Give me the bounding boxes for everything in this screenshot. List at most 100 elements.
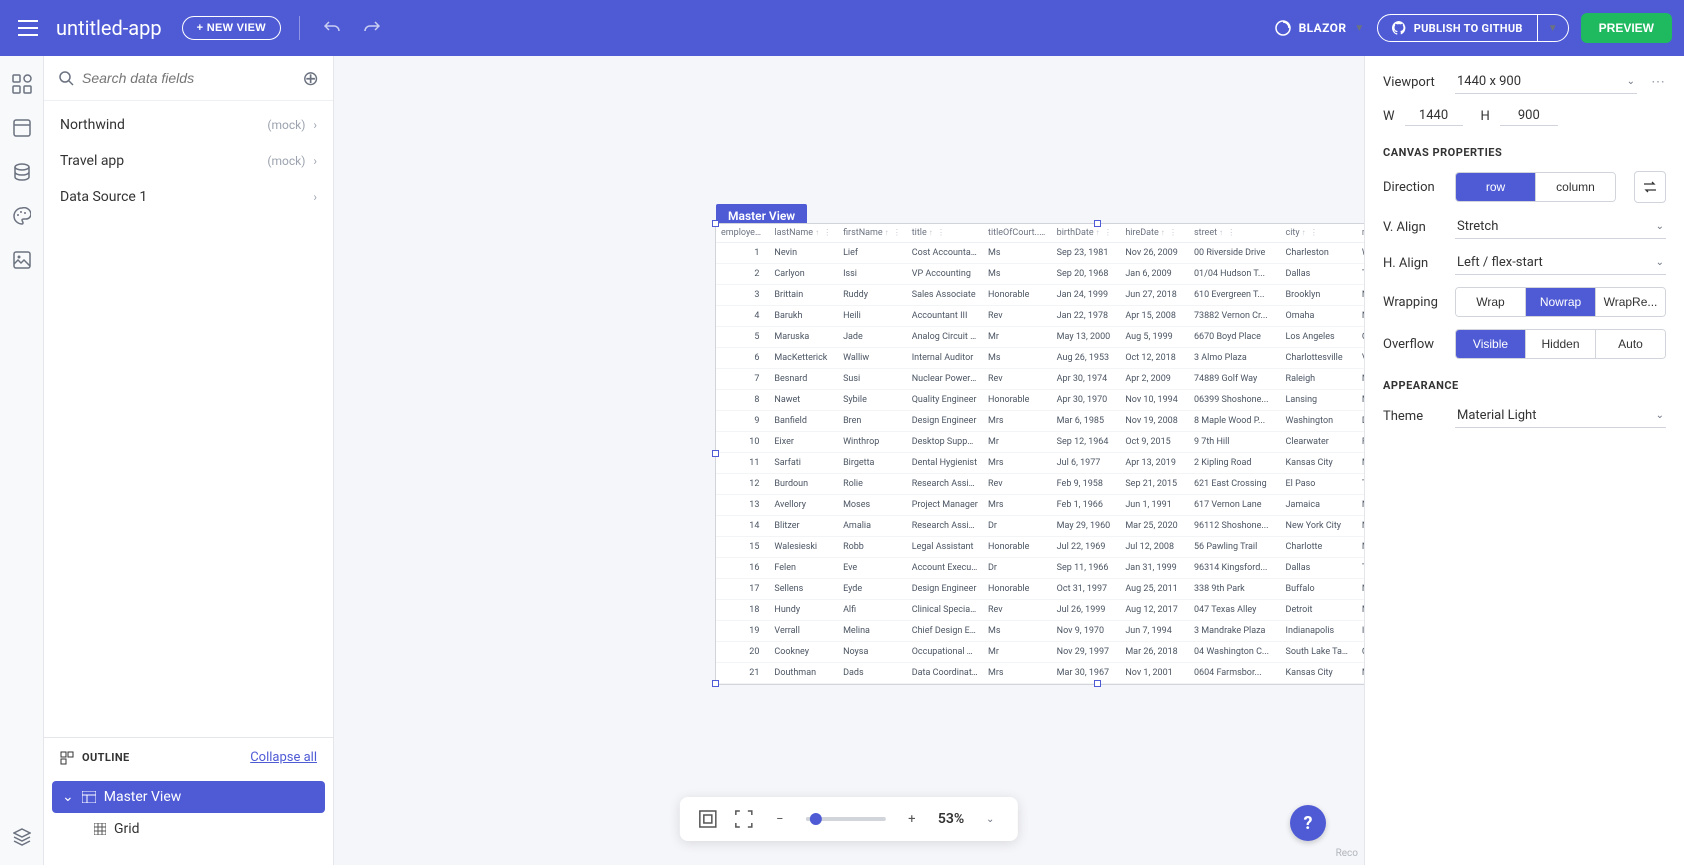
data-icon[interactable] xyxy=(10,160,34,184)
table-row[interactable]: 8NawetSybileQuality EngineerHonorableApr… xyxy=(716,390,1364,411)
table-row[interactable]: 14BlitzerAmaliaResearch Assista...DrMay … xyxy=(716,516,1364,537)
table-row[interactable]: 16FelenEveAccount ExecutiveDrSep 11, 196… xyxy=(716,558,1364,579)
theme-select[interactable]: Material Light⌄ xyxy=(1455,404,1666,428)
redo-icon[interactable] xyxy=(358,14,386,42)
halign-select[interactable]: Left / flex-start⌄ xyxy=(1455,251,1666,275)
table-row[interactable]: 19VerrallMelinaChief Design Engi...MsNov… xyxy=(716,621,1364,642)
table-row[interactable]: 11SarfatiBirgettaDental HygienistMrsJul … xyxy=(716,453,1364,474)
zoom-slider[interactable] xyxy=(806,817,886,821)
table-row[interactable]: 7BesnardSusiNuclear Power E...RevApr 30,… xyxy=(716,369,1364,390)
zoom-in-button[interactable]: + xyxy=(902,809,922,829)
width-input[interactable]: 1440 xyxy=(1405,106,1463,126)
table-row[interactable]: 13AvelloryMosesProject ManagerMrsFeb 1, … xyxy=(716,495,1364,516)
fit-icon[interactable] xyxy=(698,809,718,829)
direction-label: Direction xyxy=(1383,180,1445,195)
assets-icon[interactable] xyxy=(10,248,34,272)
table-cell: Mar 30, 1967 xyxy=(1052,663,1121,684)
table-row[interactable]: 20CookneyNoysaOccupational The...MrNov 2… xyxy=(716,642,1364,663)
column-header[interactable]: region↑ ⋮ xyxy=(1357,224,1364,243)
nowrap-button[interactable]: Nowrap xyxy=(1526,288,1596,316)
publish-dropdown[interactable]: ▼ xyxy=(1537,15,1568,41)
publish-label: PUBLISH TO GITHUB xyxy=(1414,22,1523,35)
table-row[interactable]: 5MaruskaJadeAnalog Circuit De...MrMay 13… xyxy=(716,327,1364,348)
table-row[interactable]: 2CarlyonIssiVP AccountingMsSep 20, 1968J… xyxy=(716,264,1364,285)
table-row[interactable]: 6MacKetterickWalliwInternal AuditorMsAug… xyxy=(716,348,1364,369)
selection-handle[interactable] xyxy=(712,220,719,227)
layout-icon[interactable] xyxy=(10,116,34,140)
width-label: W xyxy=(1383,109,1395,124)
canvas-area[interactable]: Master View employeeID↑ ⋮lastName↑ ⋮firs… xyxy=(334,56,1364,865)
column-header[interactable]: employeeID↑ ⋮ xyxy=(716,224,769,243)
canvas-frame[interactable]: employeeID↑ ⋮lastName↑ ⋮firstName↑ ⋮titl… xyxy=(716,224,1364,684)
selection-handle[interactable] xyxy=(1094,680,1101,687)
direction-row-button[interactable]: row xyxy=(1456,173,1536,201)
framework-selector[interactable]: BLAZOR ▼ xyxy=(1275,20,1365,36)
column-header[interactable]: firstName↑ ⋮ xyxy=(838,224,907,243)
zoom-dropdown[interactable]: ⌄ xyxy=(980,809,1000,829)
selection-handle[interactable] xyxy=(712,680,719,687)
direction-column-button[interactable]: column xyxy=(1536,173,1615,201)
fullscreen-icon[interactable] xyxy=(734,809,754,829)
overflow-auto-button[interactable]: Auto xyxy=(1596,330,1665,358)
column-header[interactable]: hireDate↑ ⋮ xyxy=(1120,224,1189,243)
swap-axis-icon[interactable] xyxy=(1634,171,1666,203)
undo-icon[interactable] xyxy=(318,14,346,42)
table-row[interactable]: 10EixerWinthropDesktop Support...MrSep 1… xyxy=(716,432,1364,453)
table-cell: Mar 25, 2020 xyxy=(1120,516,1189,537)
wrap-button[interactable]: Wrap xyxy=(1456,288,1526,316)
table-cell: Heili xyxy=(838,306,907,327)
zoom-slider-thumb[interactable] xyxy=(810,813,822,825)
layers-icon[interactable] xyxy=(10,825,34,849)
datasource-item[interactable]: Travel app(mock)› xyxy=(44,143,333,179)
wrapreverse-button[interactable]: WrapRe... xyxy=(1596,288,1665,316)
table-row[interactable]: 3BrittainRuddySales AssociateHonorableJa… xyxy=(716,285,1364,306)
table-row[interactable]: 15WalesieskiRobbLegal AssistantHonorable… xyxy=(716,537,1364,558)
table-cell: 18 xyxy=(716,600,769,621)
column-header[interactable]: birthDate↑ ⋮ xyxy=(1052,224,1121,243)
publish-button[interactable]: PUBLISH TO GITHUB xyxy=(1378,15,1537,41)
table-row[interactable]: 4BarukhHeiliAccountant IIIRevJan 22, 197… xyxy=(716,306,1364,327)
components-icon[interactable] xyxy=(10,72,34,96)
table-row[interactable]: 21DouthmanDadsData CoordinatorMrsMar 30,… xyxy=(716,663,1364,684)
overflow-hidden-button[interactable]: Hidden xyxy=(1526,330,1596,358)
outline-grid[interactable]: Grid xyxy=(84,813,325,845)
table-row[interactable]: 18HundyAlfiClinical SpecialistRevJul 26,… xyxy=(716,600,1364,621)
zoom-out-button[interactable]: − xyxy=(770,809,790,829)
chevron-right-icon: › xyxy=(313,118,317,132)
table-cell: Nov 9, 1970 xyxy=(1052,621,1121,642)
table-cell: South Lake Tahoe xyxy=(1281,642,1357,663)
height-input[interactable]: 900 xyxy=(1500,106,1558,126)
theme-icon[interactable] xyxy=(10,204,34,228)
column-header[interactable]: city↑ ⋮ xyxy=(1281,224,1357,243)
search-input[interactable] xyxy=(82,70,294,86)
collapse-all-link[interactable]: Collapse all xyxy=(250,750,317,765)
add-datasource-icon[interactable]: ⊕ xyxy=(302,66,319,90)
table-cell: Burdoun xyxy=(769,474,838,495)
help-button[interactable]: ? xyxy=(1290,805,1326,841)
column-header[interactable]: titleOfCourt...↑ ⋮ xyxy=(983,224,1052,243)
new-view-button[interactable]: + NEW VIEW xyxy=(182,16,281,40)
column-header[interactable]: title↑ ⋮ xyxy=(907,224,983,243)
table-row[interactable]: 17SellensEydeDesign EngineerHonorableOct… xyxy=(716,579,1364,600)
table-cell: Account Executive xyxy=(907,558,983,579)
table-cell: North Carolina xyxy=(1357,537,1364,558)
menu-icon[interactable] xyxy=(12,12,44,44)
selection-handle[interactable] xyxy=(1094,220,1101,227)
table-row[interactable]: 9BanfieldBrenDesign EngineerMrsMar 6, 19… xyxy=(716,411,1364,432)
column-header[interactable]: street↑ ⋮ xyxy=(1189,224,1281,243)
table-row[interactable]: 12BurdounRolieResearch Assista...RevFeb … xyxy=(716,474,1364,495)
preview-button[interactable]: PREVIEW xyxy=(1581,13,1672,43)
table-row[interactable]: 1NevinLiefCost AccountantMsSep 23, 1981N… xyxy=(716,243,1364,264)
datasource-item[interactable]: Northwind(mock)› xyxy=(44,107,333,143)
data-grid[interactable]: employeeID↑ ⋮lastName↑ ⋮firstName↑ ⋮titl… xyxy=(716,224,1364,684)
column-header[interactable]: lastName↑ ⋮ xyxy=(769,224,838,243)
table-cell: Texas xyxy=(1357,474,1364,495)
table-cell: 19 xyxy=(716,621,769,642)
overflow-visible-button[interactable]: Visible xyxy=(1456,330,1526,358)
more-icon[interactable]: ⋯ xyxy=(1651,74,1666,90)
selection-handle[interactable] xyxy=(712,450,719,457)
valign-select[interactable]: Stretch⌄ xyxy=(1455,215,1666,239)
viewport-select[interactable]: 1440 x 900 ⌄ xyxy=(1455,70,1637,94)
outline-master-view[interactable]: ⌄ Master View xyxy=(52,781,325,813)
datasource-item[interactable]: Data Source 1› xyxy=(44,179,333,215)
